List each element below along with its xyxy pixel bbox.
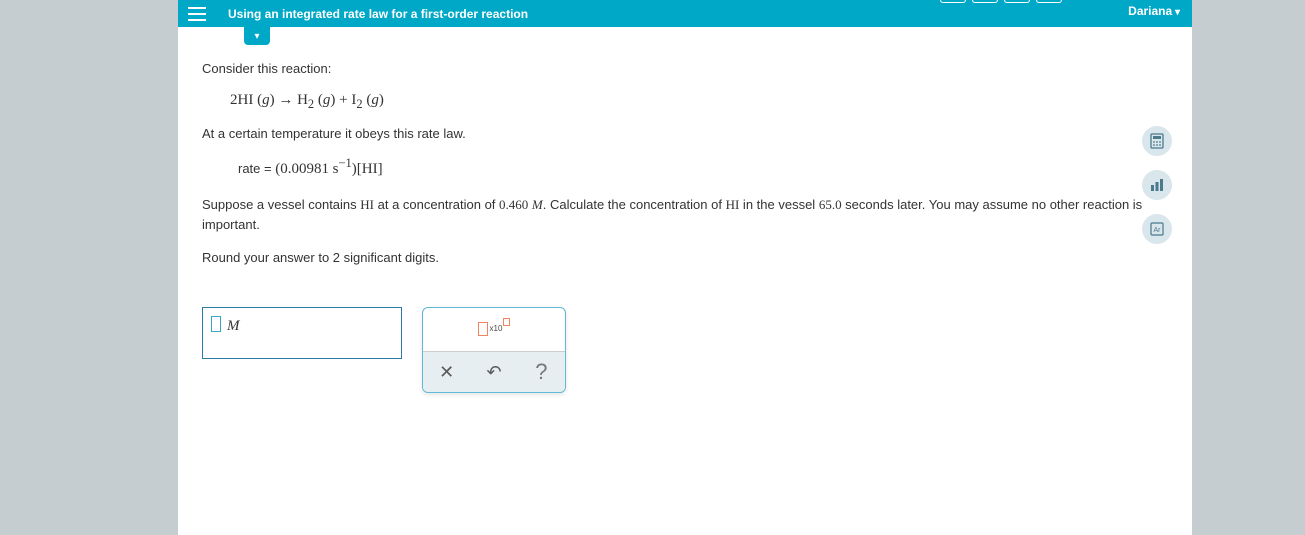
dropdown-tab-icon[interactable]: ▾ [244, 27, 270, 45]
calculator-icon[interactable] [1142, 126, 1172, 156]
question-text: Suppose a vessel contains HI at a concen… [202, 195, 1168, 237]
menu-icon[interactable] [188, 7, 206, 21]
rate-law: rate = (0.00981 s−1)[HI] [238, 153, 1168, 181]
help-button[interactable]: ? [527, 358, 555, 386]
nav-progress-boxes [940, 0, 1062, 3]
input-toolbox: x10 ✕ ↶ ? [422, 307, 566, 393]
problem-content: Consider this reaction: 2HI (g) → H2 (g)… [178, 27, 1192, 393]
clear-button[interactable]: ✕ [433, 358, 461, 386]
rate-constant: 0.00981 [280, 161, 329, 177]
undo-button[interactable]: ↶ [480, 358, 508, 386]
svg-text:Ar: Ar [1154, 227, 1162, 234]
right-tool-rail: Ar [1142, 126, 1172, 244]
answer-unit: M [227, 314, 240, 338]
answer-input[interactable]: M [202, 307, 402, 359]
rate-label: rate = [238, 161, 272, 176]
rate-species: [HI] [357, 161, 383, 177]
answer-placeholder-icon [211, 316, 221, 332]
reaction-equation: 2HI (g) → H2 (g) + I2 (g) [230, 88, 1168, 114]
sci-notation-button[interactable]: x10 [478, 322, 511, 336]
chart-icon[interactable] [1142, 170, 1172, 200]
user-menu[interactable]: Dariana [1128, 4, 1180, 18]
intro-text: Consider this reaction: [202, 59, 1168, 80]
page-title: Using an integrated rate law for a first… [228, 7, 528, 21]
rate-intro: At a certain temperature it obeys this r… [202, 124, 1168, 145]
topbar: Using an integrated rate law for a first… [178, 0, 1192, 27]
periodic-table-icon[interactable]: Ar [1142, 214, 1172, 244]
round-instruction: Round your answer to 2 significant digit… [202, 248, 1168, 269]
